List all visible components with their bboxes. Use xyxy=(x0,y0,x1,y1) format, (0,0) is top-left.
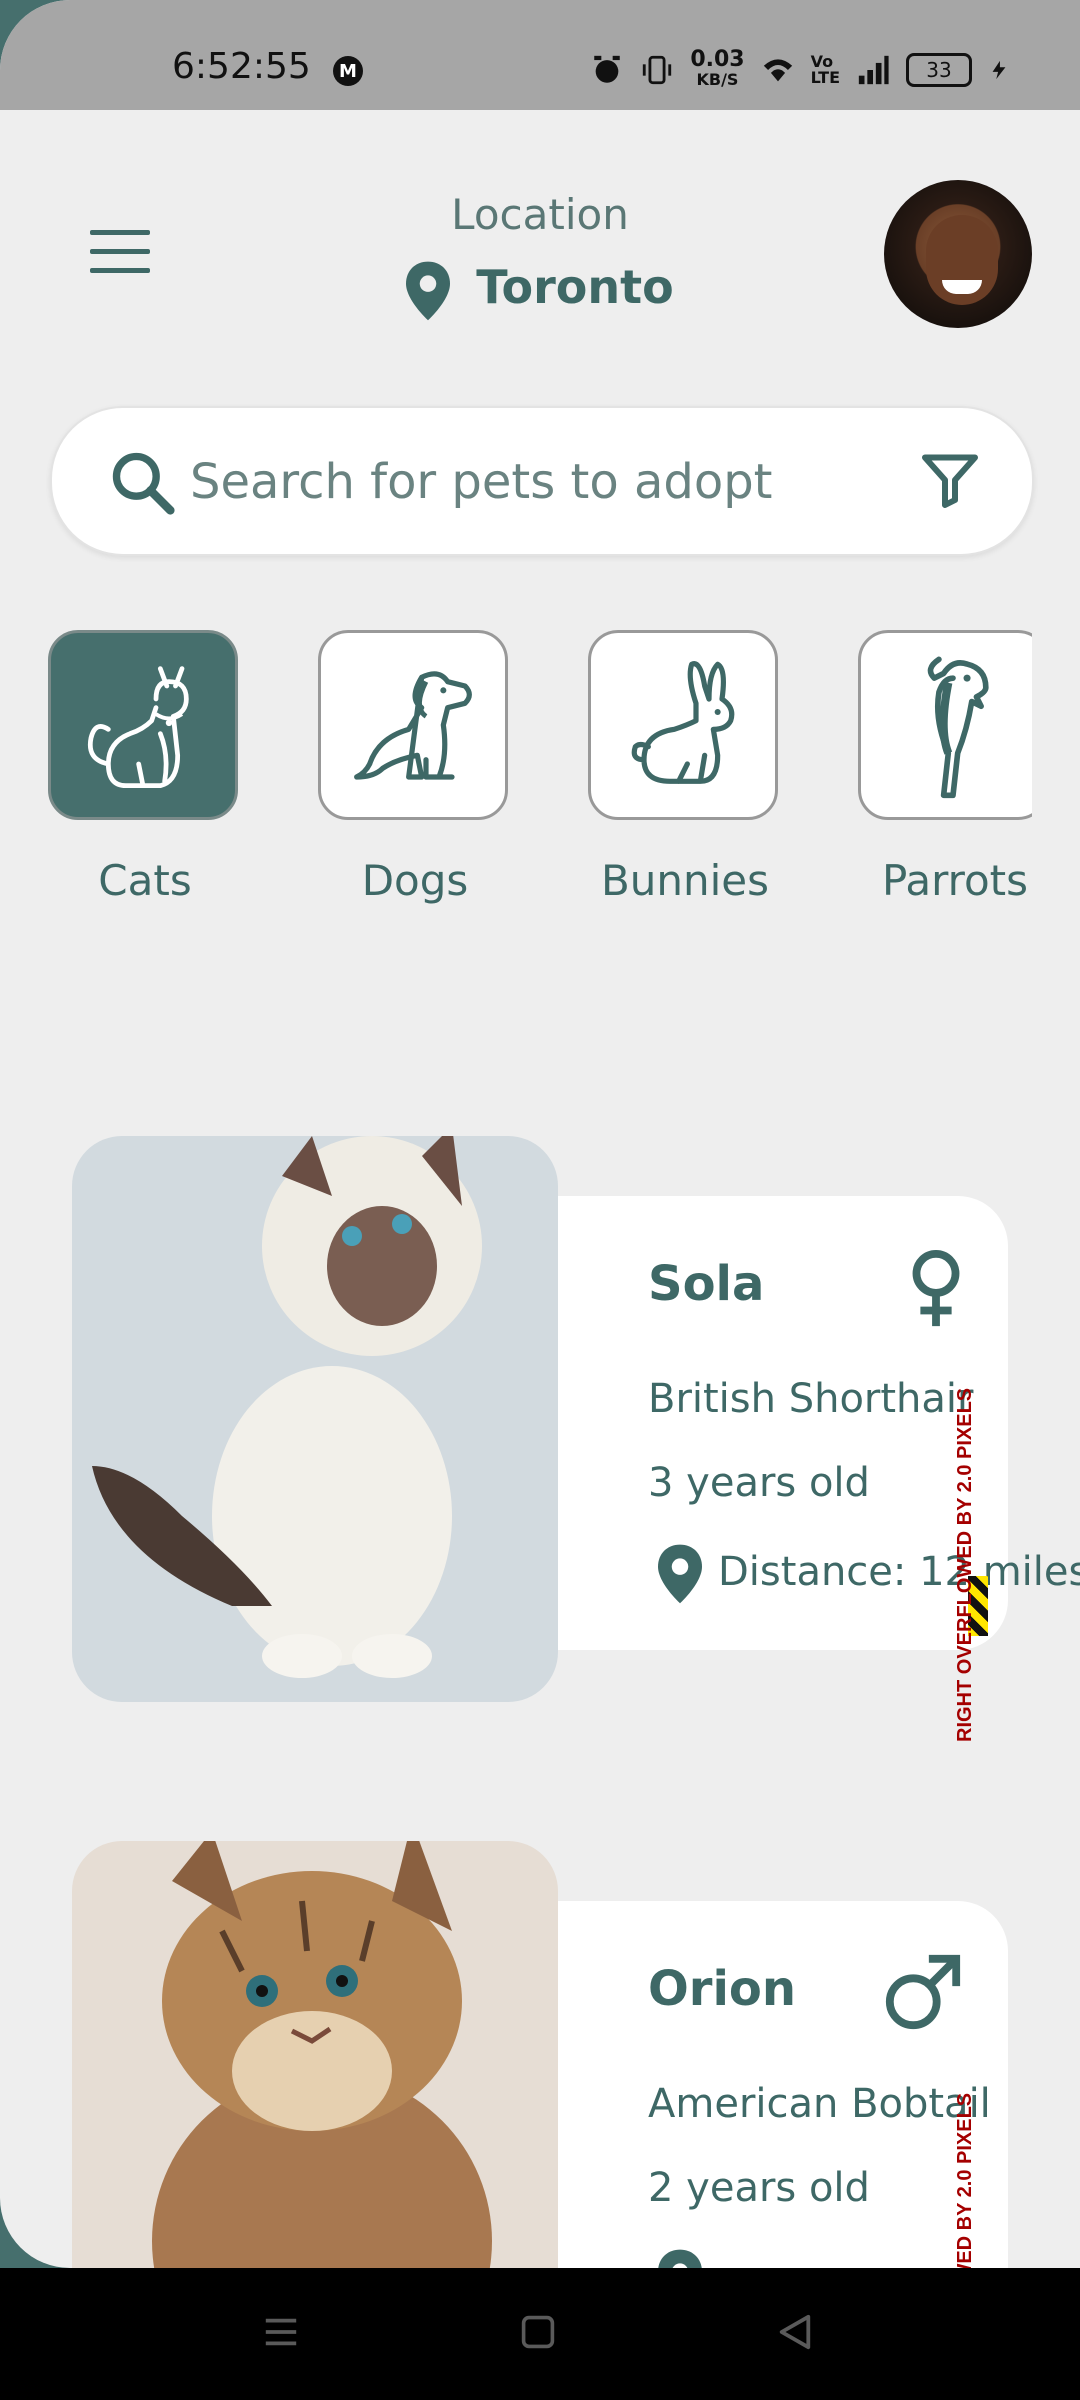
category-label: Dogs xyxy=(361,856,469,905)
pet-name: Orion xyxy=(648,1961,797,2017)
dog-icon xyxy=(354,671,472,780)
pet-distance-text: Distance: 12 miles xyxy=(718,1549,1080,1595)
vibrate-icon xyxy=(643,55,672,85)
search-input[interactable] xyxy=(188,438,932,526)
recent-apps-icon[interactable] xyxy=(262,2312,300,2352)
pet-photo xyxy=(72,1841,558,2268)
category-cats[interactable]: Cats xyxy=(48,630,242,905)
battery-level: 33 xyxy=(926,58,952,82)
status-bar: 6:52:55 M 0.03 KB/S Vo LTE 33 xyxy=(0,0,1080,110)
category-parrots[interactable]: Parrots xyxy=(858,630,1032,905)
overflow-warning: RIGHT OVERFLOWED BY 2.0 PIXELS xyxy=(954,2081,990,2268)
wifi-icon xyxy=(763,59,792,82)
overflow-warning: RIGHT OVERFLOWED BY 2.0 PIXELS xyxy=(954,1387,976,1742)
pet-breed: American Bobtail xyxy=(648,2081,991,2127)
category-dogs[interactable]: Dogs xyxy=(318,630,512,905)
volte-icon: Vo LTE xyxy=(810,52,840,87)
pet-distance xyxy=(658,2249,718,2268)
search-bar xyxy=(50,406,1034,556)
cat-photo-sola xyxy=(92,1136,482,1678)
cat-photo-orion xyxy=(152,1841,492,2268)
avatar[interactable] xyxy=(884,180,1032,328)
header: Location Toronto xyxy=(0,170,1080,350)
category-list: Cats Dogs Bunnies Parrots xyxy=(48,630,1032,920)
pet-distance: Distance: 12 miles xyxy=(658,1544,1080,1604)
location-pin-icon xyxy=(658,2249,702,2268)
network-speed-unit: KB/S xyxy=(696,70,739,89)
location-value: Toronto xyxy=(476,260,674,314)
battery-icon: 33 xyxy=(906,53,972,87)
system-nav-bar xyxy=(0,2268,1080,2400)
category-box xyxy=(858,630,1032,820)
status-icons: 0.03 KB/S Vo LTE 33 xyxy=(590,47,1010,90)
pet-info: Sola British Shorthair 3 years old Dista… xyxy=(558,1196,1080,1742)
search-icon xyxy=(112,452,175,515)
pet-age: 2 years old xyxy=(648,2165,870,2211)
back-icon[interactable] xyxy=(776,2312,814,2352)
location-pin-icon xyxy=(406,261,451,320)
category-label: Cats xyxy=(98,856,192,905)
category-box xyxy=(48,630,238,820)
pet-photo xyxy=(72,1136,558,1702)
category-label: Parrots xyxy=(881,856,1029,905)
app-screen: 6:52:55 M 0.03 KB/S Vo LTE 33 Location To… xyxy=(0,0,1080,2268)
charging-icon xyxy=(992,60,1006,80)
pet-info: Orion American Bobtail 2 years old RIGHT… xyxy=(558,1901,1008,2268)
notification-icon: M xyxy=(333,56,363,86)
location-pin-icon xyxy=(658,1544,702,1604)
network-speed: 0.03 KB/S xyxy=(690,47,745,90)
home-icon[interactable] xyxy=(520,2312,556,2352)
bunny-icon xyxy=(631,661,735,784)
category-label: Bunnies xyxy=(600,856,770,905)
category-box xyxy=(318,630,508,820)
filter-icon[interactable] xyxy=(920,450,980,510)
parrot-icon xyxy=(927,656,989,799)
category-bunnies[interactable]: Bunnies xyxy=(588,630,782,905)
male-icon xyxy=(885,1954,961,2030)
status-time: 6:52:55 xyxy=(172,46,311,87)
alarm-icon xyxy=(594,55,621,83)
female-icon xyxy=(912,1249,960,1327)
pet-breed: British Shorthair xyxy=(648,1376,974,1422)
cat-icon xyxy=(87,666,189,789)
signal-icon xyxy=(858,55,889,85)
pet-age: 3 years old xyxy=(648,1460,870,1506)
category-box xyxy=(588,630,778,820)
network-speed-value: 0.03 xyxy=(690,47,745,72)
pet-name: Sola xyxy=(648,1256,765,1312)
